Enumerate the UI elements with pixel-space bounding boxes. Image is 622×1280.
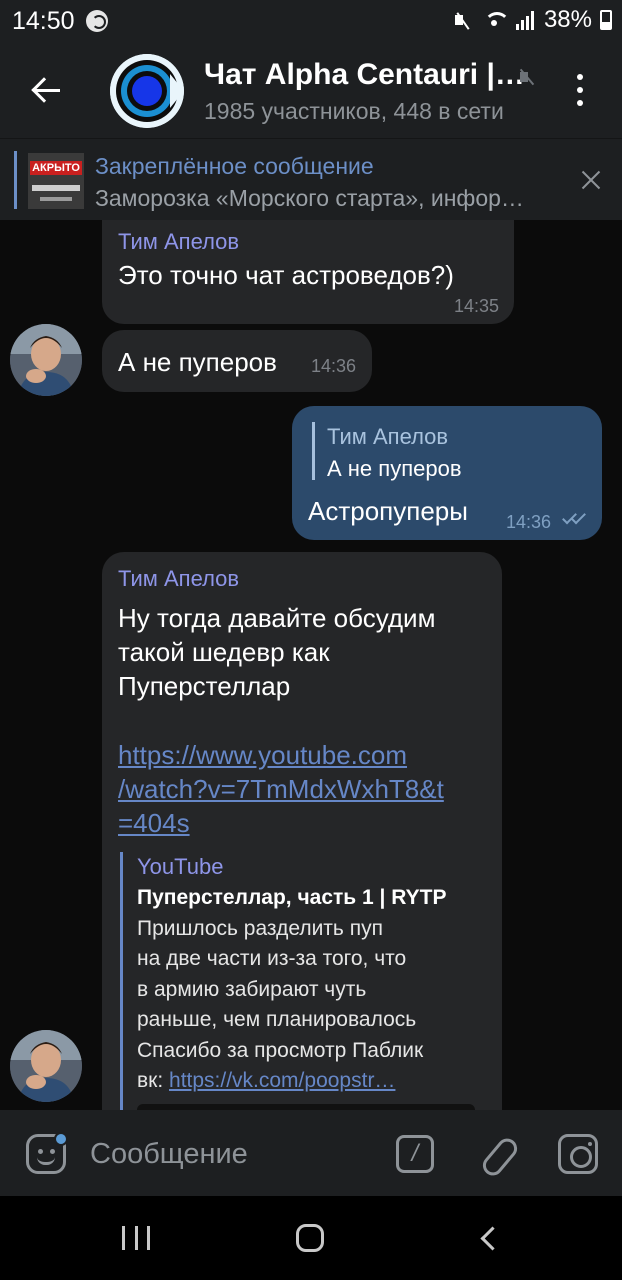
link-preview-title[interactable]: Пуперстеллар, часть 1 | RYTP [137,886,447,910]
pinned-message[interactable]: АКРЫТО Закреплённое сообщение Заморозка … [0,138,622,220]
mute-icon [452,9,474,31]
chat-avatar[interactable] [110,54,184,128]
recent-apps-icon[interactable] [122,1226,150,1250]
pinned-text: Заморозка «Морского старта», инфор… [95,185,524,211]
pinned-thumb-label: АКРЫТО [30,161,82,175]
status-bar: 14:50 38% [0,0,622,44]
message-list[interactable]: Тим Апелов Это точно чат астроведов?) 14… [0,220,622,1110]
link-preview-bar [120,852,123,1110]
message-time: 14:35 [454,296,500,316]
nav-back-icon[interactable] [478,1226,498,1250]
link-preview-description: в армию забирают чуть [137,978,367,1001]
message-time: 14:36 [506,512,552,532]
outgoing-message-bubble[interactable]: Тим Апелов А не пуперов Астропуперы 14:3… [292,406,602,540]
message-bubble[interactable]: Тим Апелов Ну тогда давайте обсудим тако… [102,552,502,1110]
message-text-line: Пуперстеллар [118,671,291,701]
chat-header: Чат Alpha Centauri |… 1985 участников, 4… [0,44,622,138]
status-time: 14:50 [12,7,75,35]
more-menu-icon[interactable] [568,70,592,110]
reply-sender[interactable]: Тим Апелов [327,424,448,450]
alpha-centauri-logo-icon [110,54,184,128]
message-text-line: такой шедевр как [118,637,330,667]
status-icons: 38% [452,6,612,34]
android-nav-bar [0,1196,622,1280]
signal-icon [515,10,536,30]
pinned-accent-bar [14,151,17,209]
message-composer: / [0,1110,622,1196]
user-photo-icon [10,324,82,396]
bot-command-icon[interactable]: / [396,1135,434,1173]
message-bubble[interactable]: Тим Апелов Это точно чат астроведов?) 14… [102,220,514,324]
battery-percent: 38% [543,6,592,33]
message-text: Это точно чат астроведов?) [118,260,454,290]
message-time: 14:36 [311,356,357,376]
user-photo-icon [10,1030,82,1102]
home-icon[interactable] [296,1224,324,1252]
chat-subtitle: 1985 участников, 448 в сети [204,98,504,124]
message-text-line: Ну тогда давайте обсудим [118,603,436,633]
chat-title[interactable]: Чат Alpha Centauri |… [204,58,525,92]
reply-bar [312,422,315,480]
link-preview-description: вк: https://vk.com/poopstr… [137,1066,395,1097]
message-link[interactable]: https://www.youtube.com [118,738,407,772]
link-preview-description: раньше, чем планировалось [137,1008,417,1031]
message-text: Астропуперы [308,496,468,526]
message-sender[interactable]: Тим Апелов [118,566,239,592]
link-preview-description: Пришлось разделить пуп [137,917,383,940]
pinned-title: Закреплённое сообщение [95,153,374,179]
attach-paperclip-icon[interactable] [478,1134,518,1174]
reply-text[interactable]: А не пуперов [327,456,462,482]
back-arrow-icon[interactable] [26,70,66,110]
message-bubble[interactable]: А не пуперов 14:36 [102,330,372,392]
message-input[interactable] [90,1136,380,1172]
message-link[interactable]: /watch?v=7TmMdxWxhT8&t [118,772,444,806]
avatar[interactable] [10,324,82,396]
avatar[interactable] [10,1030,82,1102]
read-checkmarks-icon [562,509,594,526]
camera-icon[interactable] [558,1134,598,1174]
message-link[interactable]: =404s [118,806,190,840]
muted-icon [516,66,538,88]
message-text: А не пуперов [118,347,277,377]
close-pinned-icon[interactable] [576,165,606,195]
link-preview-desc-prefix: вк: [137,1069,170,1092]
link-preview-description: на две части из-за того, что [137,947,407,970]
pinned-thumbnail: АКРЫТО [28,153,84,209]
new-stickers-badge [54,1132,68,1146]
link-preview-site[interactable]: YouTube [137,854,223,880]
message-sender[interactable]: Тим Апелов [118,229,239,255]
wifi-icon [482,9,510,31]
link-preview-desc-link[interactable]: https://vk.com/poopstr… [169,1069,395,1092]
battery-icon [600,10,612,30]
link-preview-description: Спасибо за просмотр Паблик [137,1039,424,1062]
sync-icon [86,10,108,32]
